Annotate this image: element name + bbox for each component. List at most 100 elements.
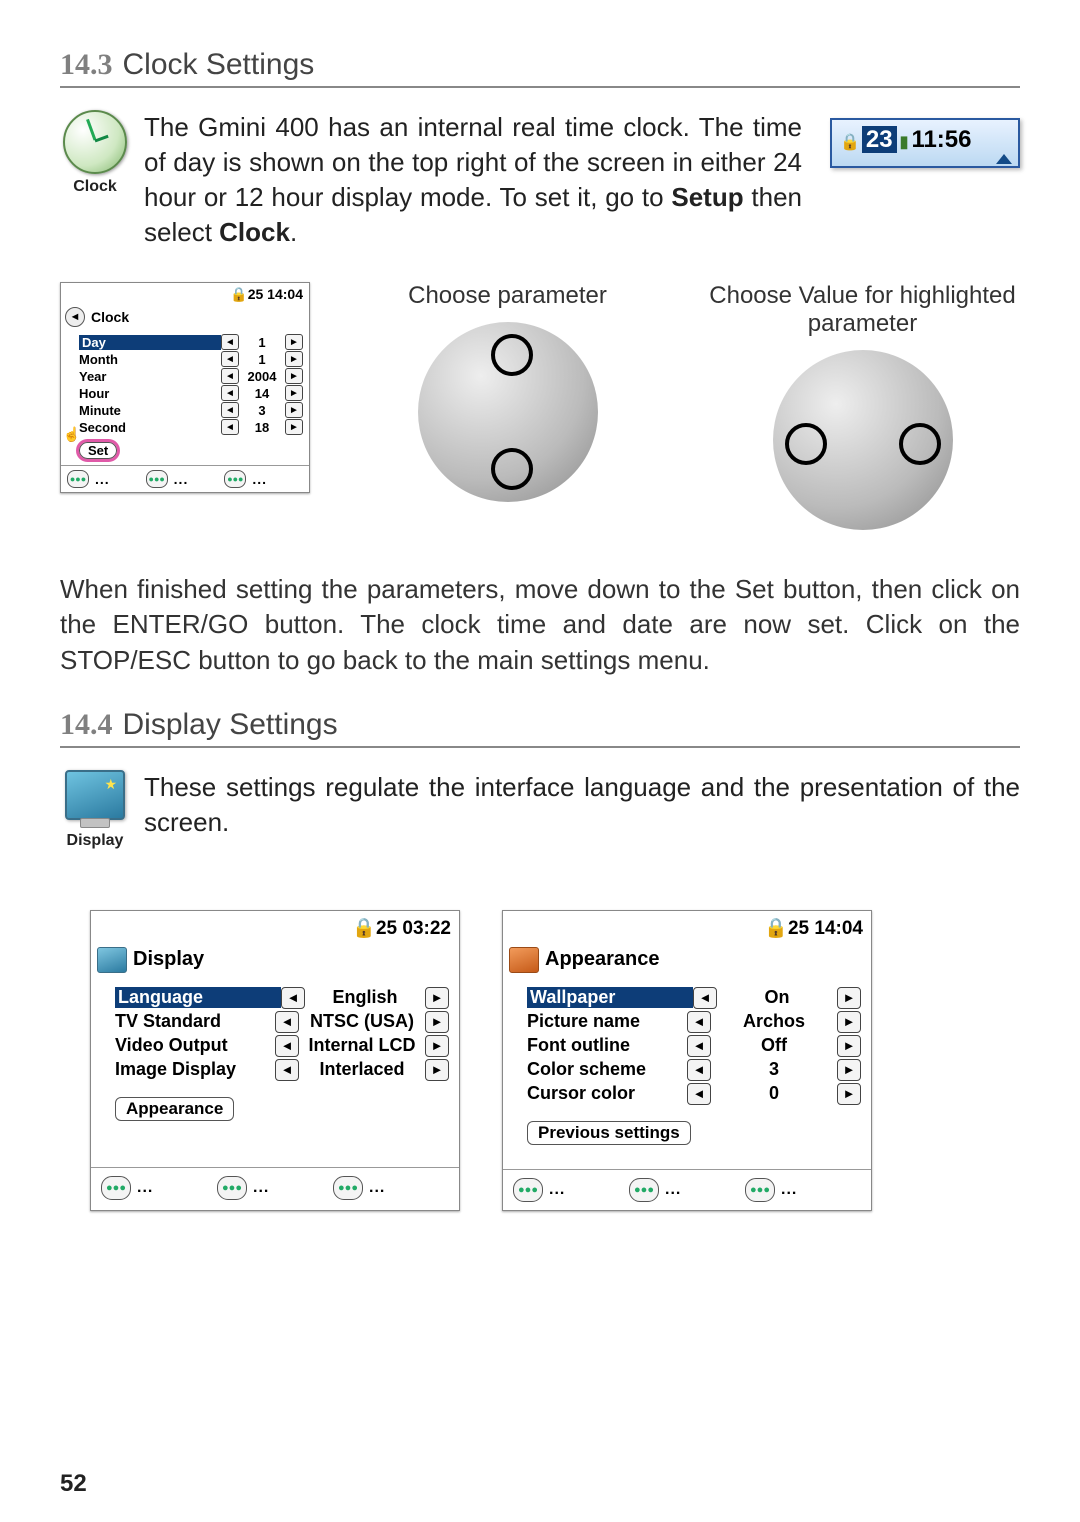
appearance-mini-icon — [509, 947, 539, 973]
menu-button-icon[interactable]: ●●● — [513, 1178, 543, 1202]
previous-settings-button[interactable]: Previous settings — [527, 1121, 691, 1145]
arrow-right-icon[interactable]: ► — [837, 1035, 861, 1057]
setting-label: Image Display — [115, 1059, 275, 1080]
setting-row[interactable]: Language◄English► — [115, 987, 449, 1009]
setting-label: Wallpaper — [527, 987, 693, 1008]
clock-device-screenshot: 🔒25 14:04 ◄ Clock Day◄1►Month◄1►Year◄200… — [60, 282, 310, 493]
menu-button-icon[interactable]: ●●● — [745, 1178, 775, 1202]
setting-row[interactable]: Cursor color◄0► — [527, 1083, 861, 1105]
setting-value: 3 — [711, 1059, 837, 1080]
arrow-left-icon[interactable]: ◄ — [687, 1011, 711, 1033]
setting-row[interactable]: Second◄18► — [79, 419, 303, 435]
device-bottombar: ●●●... ●●●... ●●●... — [61, 465, 309, 492]
menu-button-icon[interactable]: ●●● — [101, 1176, 131, 1200]
setting-value: 3 — [239, 403, 285, 418]
menu-button-icon[interactable]: ●●● — [629, 1178, 659, 1202]
arrow-right-icon[interactable]: ► — [285, 385, 303, 401]
setting-row[interactable]: Wallpaper◄On► — [527, 987, 861, 1009]
device-statusbar: 🔒25 14:04 — [61, 283, 309, 305]
arrow-right-icon[interactable]: ► — [425, 987, 449, 1009]
arrow-left-icon[interactable]: ◄ — [687, 1083, 711, 1105]
setting-row[interactable]: Color scheme◄3► — [527, 1059, 861, 1081]
dpad-icon — [418, 322, 598, 502]
menu-button-icon[interactable]: ●●● — [217, 1176, 247, 1200]
set-row: ☝ Set — [61, 442, 309, 465]
setting-label: Month — [79, 352, 221, 367]
arrow-left-icon[interactable]: ◄ — [687, 1059, 711, 1081]
arrow-right-icon[interactable]: ► — [285, 419, 303, 435]
dpad-icon — [773, 350, 953, 530]
arrow-left-icon[interactable]: ◄ — [281, 987, 305, 1009]
setting-label: Color scheme — [527, 1059, 687, 1080]
arrow-left-icon[interactable]: ◄ — [221, 368, 239, 384]
time-highlight: 23 — [862, 126, 897, 153]
setting-label: TV Standard — [115, 1011, 275, 1032]
arrow-left-icon[interactable]: ◄ — [687, 1035, 711, 1057]
arrow-right-icon[interactable]: ► — [285, 334, 303, 350]
arrow-right-icon[interactable]: ► — [837, 987, 861, 1009]
section-number: 14.3 — [60, 48, 113, 81]
appearance-device-screenshot: 🔒25 14:04 Appearance Wallpaper◄On►Pictur… — [502, 910, 872, 1211]
setting-row[interactable]: Minute◄3► — [79, 402, 303, 418]
section-heading-clock: 14.3 Clock Settings — [60, 48, 1020, 88]
display-icon-col: ★ Display — [60, 770, 130, 850]
arrow-left-icon[interactable]: ◄ — [275, 1059, 299, 1081]
arrow-right-icon[interactable]: ► — [425, 1035, 449, 1057]
arrow-left-icon[interactable]: ◄ — [221, 385, 239, 401]
arrow-left-icon[interactable]: ◄ — [221, 419, 239, 435]
display-icon-label: Display — [60, 832, 130, 850]
clock-intro-row: Clock The Gmini 400 has an internal real… — [60, 110, 1020, 250]
setting-row[interactable]: Hour◄14► — [79, 385, 303, 401]
device-header: ◄ Clock — [61, 305, 309, 331]
setting-value: Off — [711, 1035, 837, 1056]
setting-value: 1 — [239, 335, 285, 350]
arrow-left-icon[interactable]: ◄ — [693, 987, 717, 1009]
menu-button-icon[interactable]: ●●● — [146, 470, 168, 488]
time-example-box: 🔒23▮11:56 — [830, 118, 1020, 168]
device-statusbar: 🔒25 14:04 — [503, 911, 871, 943]
lock-icon: 🔒 — [230, 286, 247, 302]
setting-label: Year — [79, 369, 221, 384]
setting-row[interactable]: Month◄1► — [79, 351, 303, 367]
setting-row[interactable]: Day◄1► — [79, 334, 303, 350]
arrow-right-icon[interactable]: ► — [285, 402, 303, 418]
arrow-right-icon[interactable]: ► — [425, 1059, 449, 1081]
section-title: Clock Settings — [123, 48, 315, 81]
arrow-right-icon[interactable]: ► — [425, 1011, 449, 1033]
setting-row[interactable]: TV Standard◄NTSC (USA)► — [115, 1011, 449, 1033]
set-button[interactable]: Set — [79, 442, 117, 459]
setting-value: Interlaced — [299, 1059, 425, 1080]
menu-button-icon[interactable]: ●●● — [333, 1176, 363, 1200]
star-icon: ★ — [104, 776, 117, 793]
arrow-right-icon[interactable]: ► — [837, 1059, 861, 1081]
clock-icon-label: Clock — [60, 178, 130, 196]
section-heading-display: 14.4Display Settings — [60, 708, 1020, 748]
arrow-right-icon[interactable]: ► — [285, 351, 303, 367]
setting-row[interactable]: Year◄2004► — [79, 368, 303, 384]
lock-icon: 🔒 — [840, 134, 860, 151]
arrow-left-icon[interactable]: ◄ — [221, 334, 239, 350]
setting-value: On — [717, 987, 837, 1008]
setting-label: Second — [79, 420, 221, 435]
display-mini-icon — [97, 947, 127, 973]
menu-button-icon[interactable]: ●●● — [224, 470, 246, 488]
arrow-left-icon[interactable]: ◄ — [275, 1011, 299, 1033]
device-bottombar: ●●●... ●●●... ●●●... — [503, 1169, 871, 1210]
arrow-left-icon[interactable]: ◄ — [221, 402, 239, 418]
setting-row[interactable]: Video Output◄Internal LCD► — [115, 1035, 449, 1057]
appearance-button[interactable]: Appearance — [115, 1097, 234, 1121]
arrow-right-icon[interactable]: ► — [837, 1011, 861, 1033]
arrow-left-icon[interactable]: ◄ — [275, 1035, 299, 1057]
menu-button-icon[interactable]: ●●● — [67, 470, 89, 488]
setting-row[interactable]: Font outline◄Off► — [527, 1035, 861, 1057]
setting-value: 14 — [239, 386, 285, 401]
setting-value: 0 — [711, 1083, 837, 1104]
arrow-right-icon[interactable]: ► — [285, 368, 303, 384]
setting-row[interactable]: Image Display◄Interlaced► — [115, 1059, 449, 1081]
lock-icon: 🔒 — [352, 918, 376, 939]
arrow-left-icon[interactable]: ◄ — [221, 351, 239, 367]
setting-row[interactable]: Picture name◄Archos► — [527, 1011, 861, 1033]
arrow-right-icon[interactable]: ► — [837, 1083, 861, 1105]
time-value: 11:56 — [911, 126, 971, 153]
back-icon[interactable]: ◄ — [65, 307, 85, 327]
